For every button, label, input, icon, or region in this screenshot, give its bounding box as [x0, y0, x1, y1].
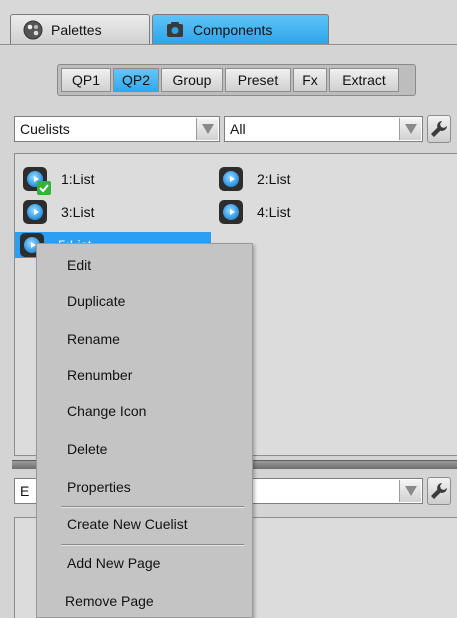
menu-item-renumber[interactable]: Renumber — [67, 367, 132, 383]
scope-select[interactable]: All — [224, 116, 423, 142]
tab-palettes-label: Palettes — [51, 22, 102, 38]
subtab-fx[interactable]: Fx — [293, 68, 327, 92]
check-icon — [37, 181, 51, 195]
cuelist-item-3[interactable]: 3:List — [23, 199, 94, 225]
subtab-group[interactable]: Group — [161, 68, 223, 92]
chevron-down-icon[interactable] — [399, 118, 421, 140]
cuelist-icon — [219, 167, 243, 191]
menu-item-edit[interactable]: Edit — [67, 257, 91, 273]
tab-components-label: Components — [193, 22, 273, 38]
cuelist-label: 3:List — [61, 204, 95, 220]
cuelist-icon — [23, 200, 47, 224]
cuelist-item-1[interactable]: 1:List — [23, 166, 95, 195]
menu-item-properties[interactable]: Properties — [67, 479, 131, 495]
chevron-down-icon[interactable] — [196, 118, 218, 140]
tab-components[interactable]: Components — [152, 14, 329, 45]
cuelist-icon — [219, 200, 243, 224]
cuelist-label: 1:List — [61, 171, 95, 187]
subtab-preset[interactable]: Preset — [225, 68, 291, 92]
tab-strip: Palettes Components — [0, 0, 457, 46]
wrench-icon[interactable] — [427, 477, 451, 505]
context-menu: Edit Duplicate Rename Renumber Change Ic… — [36, 243, 253, 618]
menu-separator — [61, 506, 244, 508]
subtab-qp2[interactable]: QP2 — [113, 68, 159, 92]
menu-item-rename[interactable]: Rename — [67, 331, 120, 347]
type-select-value: Cuelists — [20, 121, 70, 137]
palette-icon — [23, 20, 43, 40]
menu-item-duplicate[interactable]: Duplicate — [67, 293, 125, 309]
subtab-extract[interactable]: Extract — [329, 68, 399, 92]
scope-select-value: All — [230, 121, 246, 137]
tab-baseline — [0, 44, 457, 45]
cuelist-icon — [23, 167, 51, 195]
cuelist-label: 4:List — [257, 204, 291, 220]
chevron-down-icon[interactable] — [399, 480, 421, 502]
menu-item-create-new-cuelist[interactable]: Create New Cuelist — [67, 516, 188, 532]
menu-item-remove-page[interactable]: Remove Page — [65, 593, 154, 609]
subtab-qp1[interactable]: QP1 — [61, 68, 111, 92]
subtab-bar: QP1 QP2 Group Preset Fx Extract — [57, 64, 416, 96]
menu-item-change-icon[interactable]: Change Icon — [67, 403, 146, 419]
cuelist-item-4[interactable]: 4:List — [219, 199, 290, 225]
wrench-icon[interactable] — [427, 115, 451, 143]
menu-item-add-new-page[interactable]: Add New Page — [67, 555, 160, 571]
components-icon — [165, 20, 185, 40]
tab-palettes[interactable]: Palettes — [10, 14, 150, 45]
menu-item-delete[interactable]: Delete — [67, 441, 107, 457]
cuelist-label: 2:List — [257, 171, 291, 187]
menu-separator — [61, 544, 244, 546]
type-select[interactable]: Cuelists — [14, 116, 220, 142]
cuelist-item-2[interactable]: 2:List — [219, 166, 290, 192]
